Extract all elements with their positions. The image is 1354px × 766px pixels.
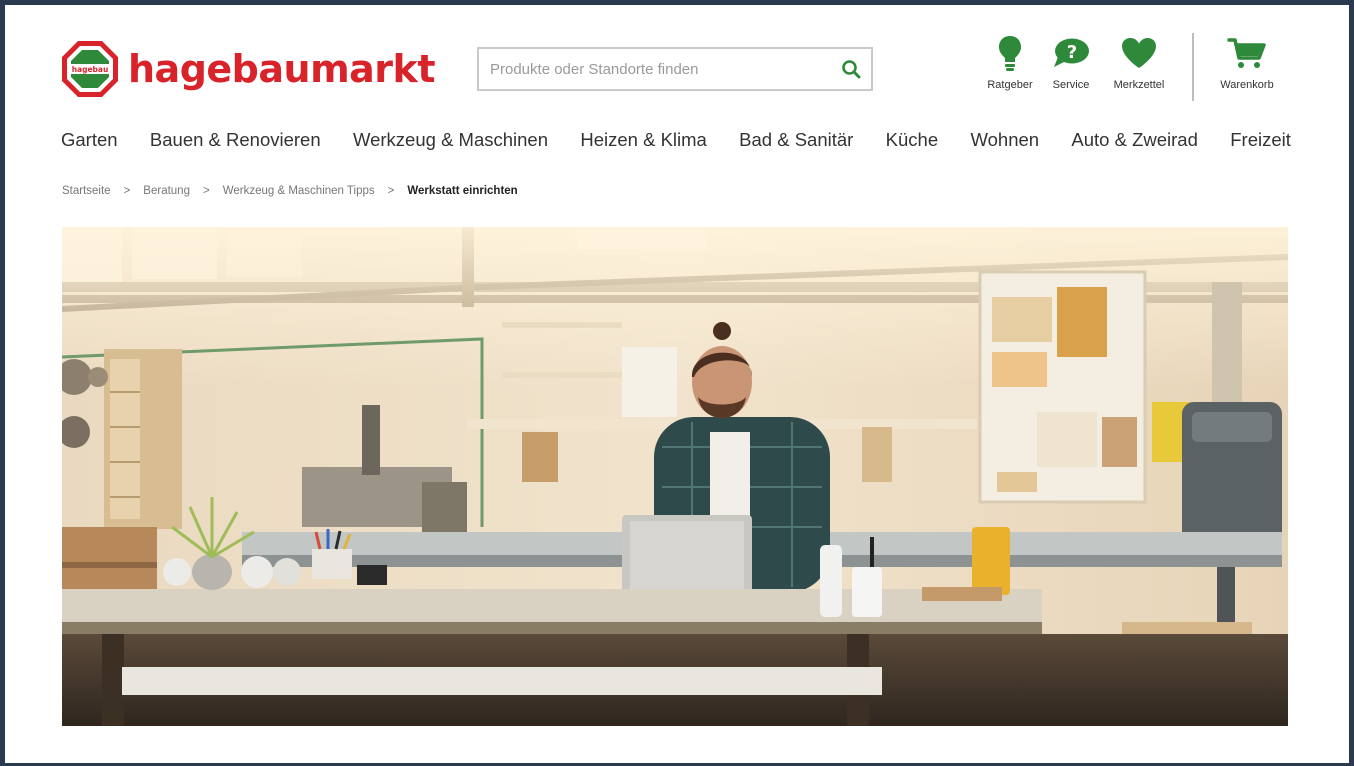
breadcrumb-separator: > [123,185,131,197]
logo[interactable]: hagebau hagebaumarkt [60,39,435,99]
heart-icon [1122,38,1156,68]
breadcrumb: Startseite > Beratung > Werkzeug & Masch… [62,185,518,197]
nav-item-bauen-renovieren[interactable]: Bauen & Renovieren [150,129,321,151]
breadcrumb-separator: > [202,185,210,197]
nav-item-kueche[interactable]: Küche [886,129,938,151]
merkzettel-button[interactable]: Merkzettel [1104,33,1174,91]
header-divider [1192,33,1194,101]
nav-item-bad-sanitaer[interactable]: Bad & Sanitär [739,129,853,151]
nav-item-heizen-klima[interactable]: Heizen & Klima [580,129,706,151]
ratgeber-label: Ratgeber [987,79,1033,91]
service-label: Service [1052,79,1090,91]
warenkorb-button[interactable]: Warenkorb [1214,33,1280,91]
hero-image [62,227,1288,726]
question-bubble-icon: ? [1054,38,1089,67]
nav-item-auto-zweirad[interactable]: Auto & Zweirad [1071,129,1197,151]
nav-item-werkzeug-maschinen[interactable]: Werkzeug & Maschinen [353,129,548,151]
search-input[interactable] [479,49,831,89]
hagebau-badge-logo: hagebau [62,41,118,97]
nav-item-wohnen[interactable]: Wohnen [970,129,1039,151]
breadcrumb-current: Werkstatt einrichten [407,185,518,197]
cart-icon [1227,38,1266,68]
svg-text:hagebau: hagebau [72,65,109,74]
breadcrumb-separator: > [387,185,395,197]
search-icon [842,60,861,79]
search-bar [477,47,873,91]
workshop-scene [62,227,1288,726]
brand-name: hagebaumarkt [128,47,435,91]
breadcrumb-item-startseite[interactable]: Startseite [62,185,111,197]
ratgeber-button[interactable]: Ratgeber [980,33,1040,91]
breadcrumb-item-beratung[interactable]: Beratung [143,185,190,197]
nav-item-freizeit[interactable]: Freizeit [1230,129,1291,151]
nav-item-garten[interactable]: Garten [61,129,118,151]
warenkorb-label: Warenkorb [1220,79,1274,91]
search-button[interactable] [831,49,871,89]
header-icons: Ratgeber ? Service Merkzettel Warenkorb [980,33,1280,101]
lightbulb-icon [999,36,1021,71]
service-button[interactable]: ? Service [1042,33,1100,91]
page: hagebau hagebaumarkt Ratgeber [5,5,1349,763]
main-nav: Garten Bauen & Renovieren Werkzeug & Mas… [61,129,1291,151]
svg-text:?: ? [1067,42,1077,63]
merkzettel-label: Merkzettel [1113,79,1165,91]
breadcrumb-item-werkzeug-tipps[interactable]: Werkzeug & Maschinen Tipps [223,185,375,197]
